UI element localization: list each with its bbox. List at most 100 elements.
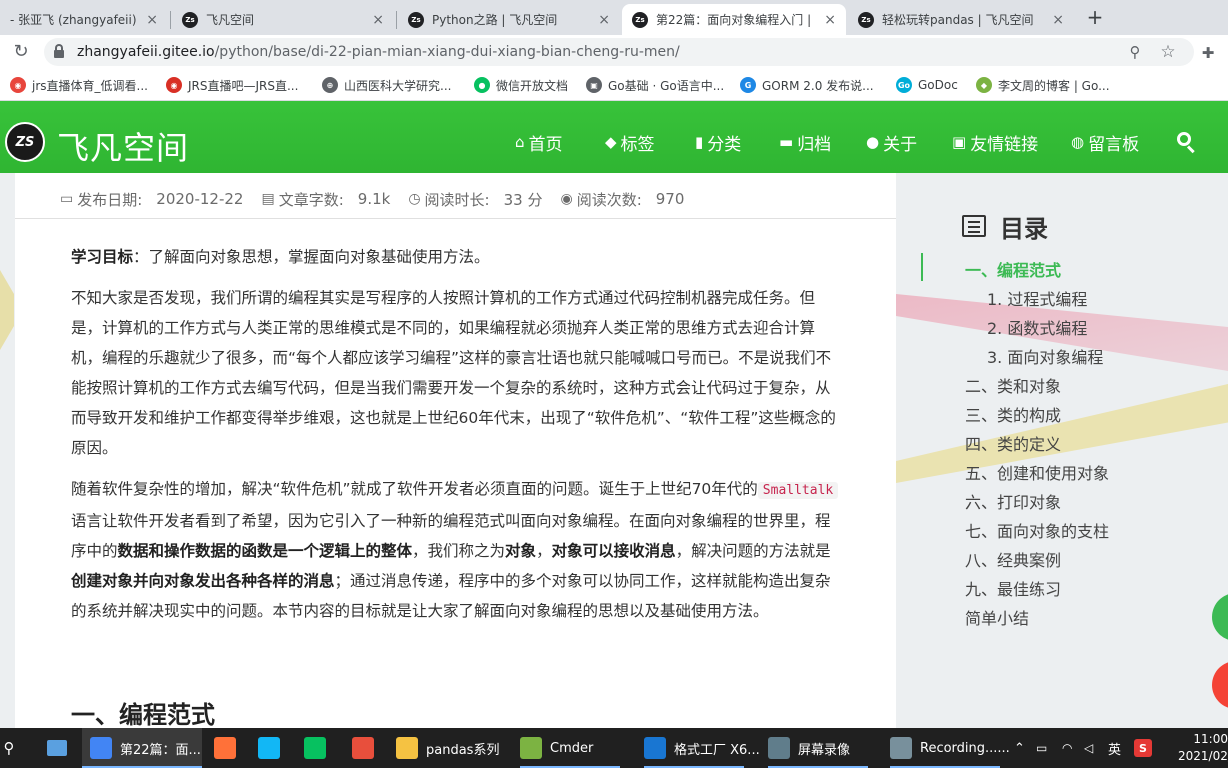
browser-tab-1[interactable]: - 张亚飞 (zhangyafeii) - × <box>0 4 168 35</box>
nav-item[interactable]: ◍ 留言板 <box>1071 130 1139 155</box>
url-text: zhangyafeii.gitee.io/python/base/di-22-p… <box>77 44 680 60</box>
firefox-icon <box>214 737 236 759</box>
text-run: ，我们称之为 <box>412 542 506 560</box>
site-favicon-icon: Zs <box>182 11 198 28</box>
volume-icon[interactable]: ◁ <box>1084 728 1100 768</box>
wifi-icon[interactable]: ◠ <box>1062 728 1078 768</box>
url-path: /python/base/di-22-pian-mian-xiang-dui-x… <box>214 44 680 60</box>
learning-goal: 学习目标：了解面向对象思想，掌握面向对象基础使用方法。 <box>71 242 841 272</box>
taskbar-app[interactable] <box>258 728 288 768</box>
tab-divider <box>396 11 397 29</box>
nav-item[interactable]: ▣ 友情链接 <box>952 130 1039 155</box>
chevron-up-icon[interactable]: ⌃ <box>1014 728 1028 768</box>
nav-label: 关于 <box>883 134 918 155</box>
word-count: 9.1k <box>357 190 391 208</box>
search-icon[interactable] <box>1176 131 1198 154</box>
reload-icon[interactable]: ↻ <box>10 40 32 62</box>
site-logo[interactable]: ZS <box>5 122 45 162</box>
nav-label: 归档 <box>797 134 832 155</box>
close-icon[interactable]: × <box>146 12 158 28</box>
bookmark-favicon-icon: ● <box>474 77 490 93</box>
taskbar-app[interactable] <box>214 728 244 768</box>
site-name[interactable]: 飞凡空间 <box>57 123 189 169</box>
tab-label: 第22篇：面向对象编程入门 | <box>656 13 812 27</box>
bookmark-icon: ▮ <box>695 133 704 151</box>
floating-red-button[interactable] <box>1212 661 1228 709</box>
search-icon[interactable]: ⚲ <box>0 728 18 768</box>
toc-item[interactable]: 三、类的构成 <box>965 402 1061 426</box>
taskbar-app[interactable]: pandas系列 <box>396 728 499 768</box>
taskbar-app[interactable]: Cmder <box>520 728 593 768</box>
tab-divider <box>170 11 171 29</box>
taskbar-app[interactable]: 第22篇：面... <box>90 728 201 768</box>
bookmark-item[interactable]: ◆ 李文周的博客 | Go... <box>976 76 1110 94</box>
ime-indicator[interactable]: 英 <box>1108 728 1126 768</box>
calendar-icon: ▭ <box>60 191 74 207</box>
nav-label: 友情链接 <box>970 134 1039 155</box>
article-meta: ▭ 发布日期: 2020-12-22 ▤ 文章字数: 9.1k ◷ 阅读时长: … <box>60 188 702 210</box>
bookmark-item[interactable]: ⊕ 山西医科大学研究... <box>322 76 451 94</box>
taskbar-app[interactable]: 格式工厂 X6... <box>644 728 760 768</box>
bookmark-item[interactable]: ◉ JRS直播吧—JRS直... <box>166 76 298 94</box>
taskbar-app[interactable] <box>304 728 334 768</box>
task-view-icon[interactable] <box>40 728 74 768</box>
toc-item[interactable]: 九、最佳练习 <box>965 576 1061 600</box>
archive-icon: ▬ <box>779 133 794 151</box>
toc-item[interactable]: 六、打印对象 <box>965 489 1061 513</box>
bookmark-label: 山西医科大学研究... <box>344 78 452 93</box>
new-tab-button[interactable]: + <box>1084 5 1106 29</box>
qq-icon <box>258 737 280 759</box>
close-icon[interactable]: × <box>598 12 610 28</box>
bookmark-item[interactable]: Go GoDoc <box>896 76 958 94</box>
nav-item[interactable]: ▮ 分类 <box>695 130 742 155</box>
floating-green-button[interactable] <box>1212 593 1228 641</box>
bold-text: 对象 <box>505 542 537 560</box>
taskbar-app[interactable]: 屏幕录像 <box>768 728 850 768</box>
tab-label: 轻松玩转pandas | 飞凡空间 <box>882 13 1034 27</box>
bookmark-item[interactable]: ◉ jrs直播体育_低调看... <box>10 76 148 94</box>
screen-record-icon <box>768 737 790 759</box>
text-run: ， <box>536 542 552 560</box>
toc-item[interactable]: 二、类和对象 <box>965 373 1061 397</box>
toc-item[interactable]: 3. 面向对象编程 <box>987 344 1103 368</box>
bookmarks-bar: ◉ jrs直播体育_低调看... ◉ JRS直播吧—JRS直... ⊕ 山西医科大学研究.… <box>0 69 1228 101</box>
background-decoration <box>0 270 14 350</box>
toc-item[interactable]: 七、面向对象的支柱 <box>965 518 1109 542</box>
nav-item[interactable]: ▬ 归档 <box>779 130 832 155</box>
nav-label: 分类 <box>707 134 742 155</box>
browser-tab-active[interactable]: Zs 第22篇：面向对象编程入门 | × <box>622 4 846 35</box>
lock-icon[interactable] <box>54 44 64 58</box>
system-clock[interactable]: 11:00 2021/02/0 <box>1178 731 1228 765</box>
close-icon[interactable]: × <box>372 12 384 28</box>
browser-tab-3[interactable]: Zs Python之路 | 飞凡空间 × <box>398 4 620 35</box>
taskbar-app[interactable] <box>352 728 382 768</box>
close-icon[interactable]: × <box>824 12 836 28</box>
toc-item[interactable]: 一、编程范式 <box>965 257 1061 281</box>
toc-item[interactable]: 八、经典案例 <box>965 547 1061 571</box>
close-icon[interactable]: × <box>1052 12 1064 28</box>
format-factory-icon <box>644 737 666 759</box>
address-bar[interactable]: zhangyafeii.gitee.io/python/base/di-22-p… <box>44 38 1194 66</box>
toc-item[interactable]: 2. 函数式编程 <box>987 315 1087 339</box>
bookmark-item[interactable]: G GORM 2.0 发布说... <box>740 76 874 94</box>
browser-tab-2[interactable]: Zs 飞凡空间 × <box>172 4 394 35</box>
nav-item[interactable]: ● 关于 <box>866 130 918 155</box>
toc-item[interactable]: 四、类的定义 <box>965 431 1061 455</box>
toc-item[interactable]: 简单小结 <box>965 605 1029 629</box>
word-file-icon: ▤ <box>261 191 275 207</box>
battery-icon[interactable]: ▭ <box>1036 728 1054 768</box>
taskbar-app[interactable]: Recording...... <box>890 728 1010 768</box>
words-label: 文章字数: <box>278 190 344 209</box>
toc-item[interactable]: 五、创建和使用对象 <box>965 460 1109 484</box>
browser-tab-5[interactable]: Zs 轻松玩转pandas | 飞凡空间 × <box>848 4 1074 35</box>
extension-puzzle-icon[interactable]: ✚ <box>1198 43 1218 63</box>
toc-item[interactable]: 1. 过程式编程 <box>987 286 1087 310</box>
nav-item[interactable]: ⌂ 首页 <box>515 130 563 155</box>
bookmark-item[interactable]: ● 微信开放文档 <box>474 76 568 94</box>
bookmark-item[interactable]: ▣ Go基础 · Go语言中... <box>586 76 724 94</box>
bookmark-star-icon[interactable]: ☆ <box>1158 42 1178 62</box>
nav-item[interactable]: ◆ 标签 <box>605 130 655 155</box>
zoom-icon[interactable]: ⚲ <box>1126 43 1144 61</box>
sogou-input-icon[interactable]: S <box>1134 728 1154 768</box>
clock-date: 2021/02/0 <box>1178 749 1228 763</box>
